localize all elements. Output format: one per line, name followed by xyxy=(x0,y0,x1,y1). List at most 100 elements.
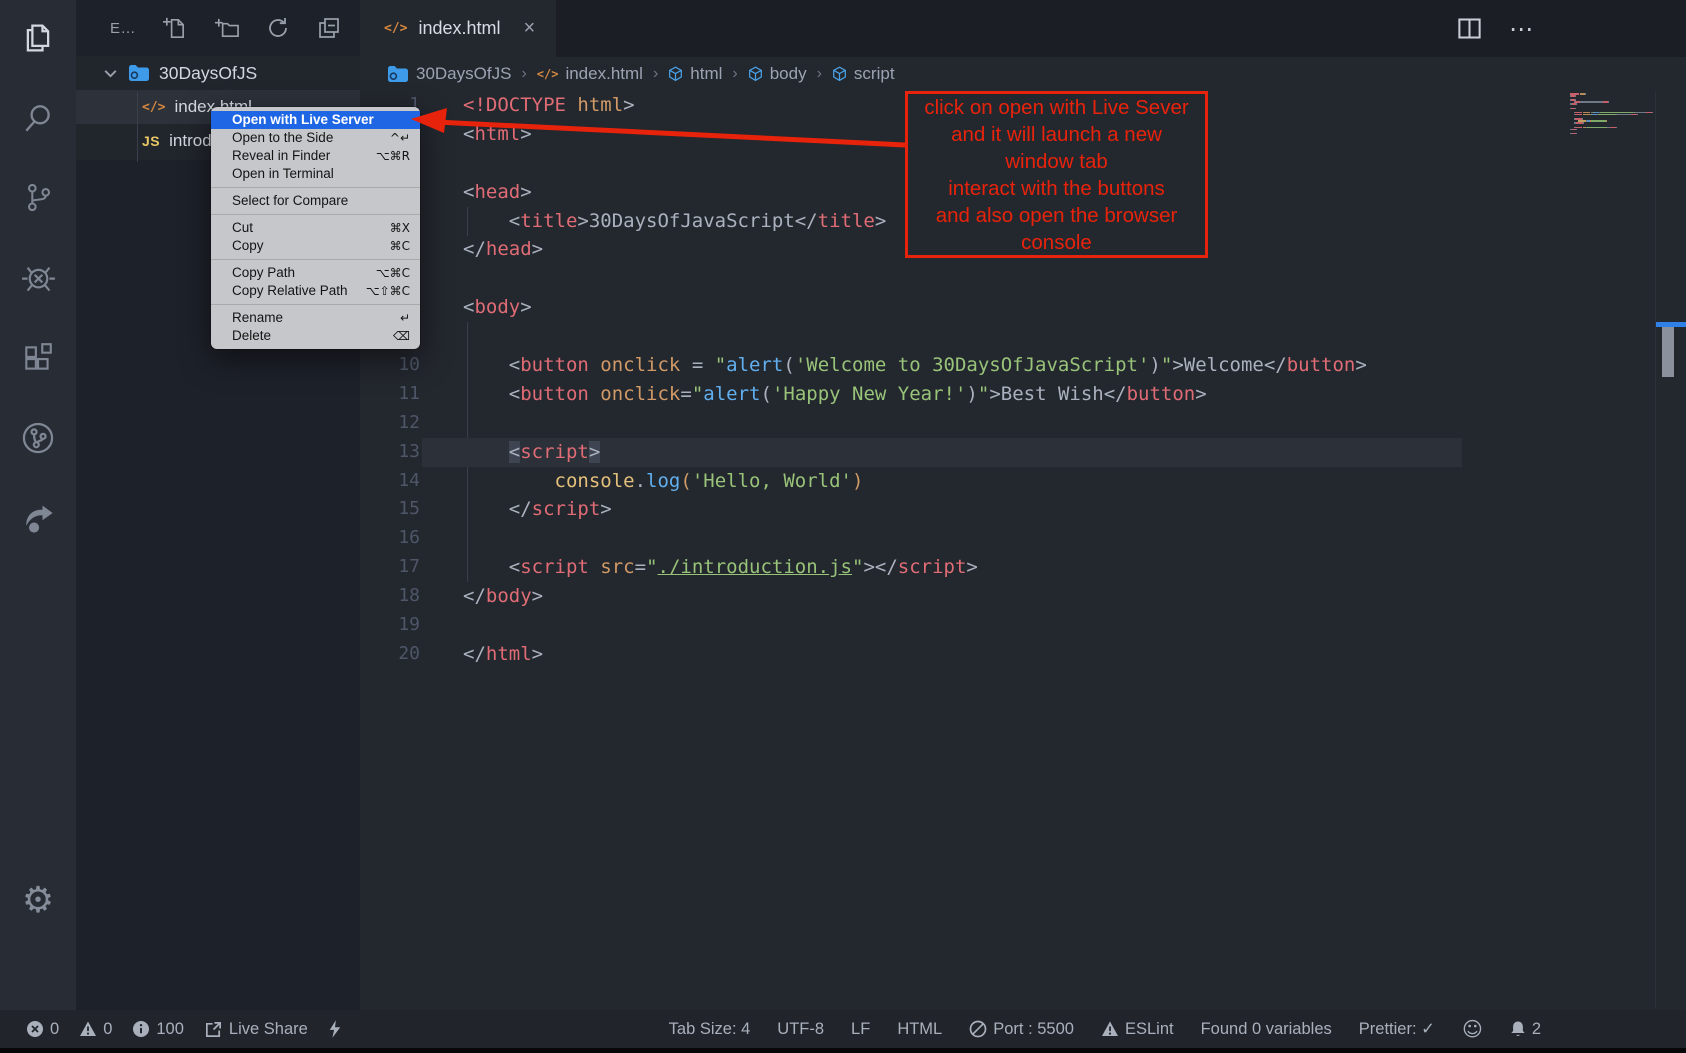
status-lf[interactable]: LF xyxy=(851,1020,870,1039)
code-line-12[interactable]: 12 xyxy=(360,409,1686,438)
status-bar: 0 0 100 Live Share Tab Size: 4 UTF-8 LF HTML Po… xyxy=(0,1010,1686,1048)
live-share-icon xyxy=(204,1020,223,1039)
tree-item-30daysofjs[interactable]: 30DaysOfJS xyxy=(76,56,360,90)
info-icon xyxy=(132,1020,150,1038)
code-line-20[interactable]: 20</html> xyxy=(360,640,1686,669)
status-label: Found 0 variables xyxy=(1201,1020,1332,1039)
explorer-title: E… xyxy=(110,20,136,37)
status-eslint[interactable]: ESLint xyxy=(1101,1020,1174,1039)
status-utf-8[interactable]: UTF-8 xyxy=(777,1020,824,1039)
status-port-5500[interactable]: Port : 5500 xyxy=(969,1020,1074,1039)
menu-item-label: Copy Path xyxy=(232,264,295,282)
menu-item-label: Cut xyxy=(232,219,253,237)
menu-item-copy[interactable]: Copy⌘C xyxy=(211,237,420,255)
menu-item-copy-path[interactable]: Copy Path⌥⌘C xyxy=(211,264,420,282)
code-text: console.log('Hello, World') xyxy=(463,467,863,496)
activity-explorer[interactable] xyxy=(0,20,76,60)
breadcrumb-index-html[interactable]: </>index.html xyxy=(537,64,643,84)
line-number: 11 xyxy=(360,380,420,409)
line-number: 13 xyxy=(360,438,420,467)
menu-item-reveal-in-finder[interactable]: Reveal in Finder⌥⌘R xyxy=(211,147,420,165)
warning-icon xyxy=(79,1020,97,1038)
menu-item-delete[interactable]: Delete⌫ xyxy=(211,327,420,345)
split-editor-icon[interactable] xyxy=(1456,15,1483,42)
activity-search[interactable] xyxy=(0,100,76,140)
menu-item-copy-relative-path[interactable]: Copy Relative Path⌥⇧⌘C xyxy=(211,282,420,300)
status-label: Tab Size: 4 xyxy=(669,1020,751,1039)
warning-icon xyxy=(1101,1020,1119,1038)
status-html[interactable]: HTML xyxy=(897,1020,942,1039)
activity-git-graph[interactable] xyxy=(0,420,76,460)
debug-icon xyxy=(21,260,56,300)
code-line-10[interactable]: 10 <button onclick = "alert('Welcome to … xyxy=(360,351,1686,380)
activity-source-control[interactable] xyxy=(0,180,76,220)
menu-item-open-with-live-server[interactable]: Open with Live Server xyxy=(211,111,420,129)
menu-item-rename[interactable]: Rename↵ xyxy=(211,309,420,327)
vscode-window: ⚙ E… 30DaysOfJS</>index.htmlJSintroducti… xyxy=(0,0,1686,1053)
breadcrumb-30daysofjs[interactable]: 30DaysOfJS xyxy=(387,64,511,84)
status-smiley-icon[interactable]: ☺ xyxy=(1462,1017,1483,1041)
breadcrumb-label: script xyxy=(854,64,895,84)
code-line-18[interactable]: 18</body> xyxy=(360,582,1686,611)
gear-icon[interactable]: ⚙ xyxy=(0,880,76,920)
status-2[interactable]: 2 xyxy=(1510,1020,1541,1039)
menu-item-select-for-compare[interactable]: Select for Compare xyxy=(211,192,420,210)
ellipsis-icon[interactable]: ⋯ xyxy=(1509,15,1535,43)
breadcrumb-separator: › xyxy=(815,65,824,83)
collapse-all-icon[interactable] xyxy=(317,16,341,40)
close-icon[interactable]: × xyxy=(524,17,536,40)
status-live-share[interactable]: Live Share xyxy=(204,1020,308,1039)
breadcrumb-label: 30DaysOfJS xyxy=(416,64,511,84)
status-label: 0 xyxy=(50,1020,59,1039)
code-text: </html> xyxy=(463,640,543,669)
status-label: HTML xyxy=(897,1020,942,1039)
menu-item-label: Select for Compare xyxy=(232,192,348,210)
code-line-13[interactable]: 13 <script> xyxy=(360,438,1686,467)
breadcrumb-label: index.html xyxy=(565,64,642,84)
annotation-line: console xyxy=(1021,229,1092,256)
status-label: ESLint xyxy=(1125,1020,1174,1039)
html-icon: </> xyxy=(384,21,407,36)
status-prettier[interactable]: Prettier: ✓ xyxy=(1359,1019,1435,1039)
refresh-icon[interactable] xyxy=(266,16,290,40)
code-text: <script src="./introduction.js"></script… xyxy=(463,553,978,582)
code-line-15[interactable]: 15 </script> xyxy=(360,495,1686,524)
slash-circle-icon xyxy=(969,1020,987,1038)
new-file-icon[interactable] xyxy=(162,16,187,41)
chevron-down-icon xyxy=(102,65,119,82)
code-line-19[interactable]: 19 xyxy=(360,611,1686,640)
activity-live-share[interactable] xyxy=(0,500,76,540)
minimap[interactable] xyxy=(1570,93,1652,135)
code-line-7[interactable]: 7 xyxy=(360,264,1686,293)
code-line-17[interactable]: 17 <script src="./introduction.js"></scr… xyxy=(360,553,1686,582)
status-0[interactable]: 0 xyxy=(79,1020,112,1039)
search-icon xyxy=(21,101,55,140)
breadcrumb-body[interactable]: body xyxy=(748,64,807,84)
status-100[interactable]: 100 xyxy=(132,1020,184,1039)
activity-run-debug[interactable] xyxy=(0,260,76,300)
status-lightning-icon[interactable] xyxy=(328,1019,342,1039)
tree-indent-guide xyxy=(137,92,138,162)
code-line-9[interactable]: 9 xyxy=(360,322,1686,351)
menu-item-open-in-terminal[interactable]: Open in Terminal xyxy=(211,165,420,183)
code-line-11[interactable]: 11 <button onclick="alert('Happy New Yea… xyxy=(360,380,1686,409)
status-found-0-variables[interactable]: Found 0 variables xyxy=(1201,1020,1332,1039)
breadcrumb-html[interactable]: html xyxy=(668,64,722,84)
tab-index-html[interactable]: </> index.html × xyxy=(360,0,556,57)
line-number: 12 xyxy=(360,409,420,438)
activity-extensions[interactable] xyxy=(0,340,76,380)
scrollbar-handle[interactable] xyxy=(1662,327,1674,377)
code-text: </body> xyxy=(463,582,543,611)
code-line-8[interactable]: 8<body> xyxy=(360,293,1686,322)
error-icon xyxy=(26,1020,44,1038)
breadcrumb-script[interactable]: script xyxy=(832,64,895,84)
code-line-14[interactable]: 14 console.log('Hello, World') xyxy=(360,467,1686,496)
menu-item-open-to-the-side[interactable]: Open to the Side^↵ xyxy=(211,129,420,147)
menu-item-shortcut: ^↵ xyxy=(390,129,410,147)
status-tab-size-4[interactable]: Tab Size: 4 xyxy=(669,1020,751,1039)
new-folder-icon[interactable] xyxy=(214,16,239,41)
breadcrumb-separator: › xyxy=(730,65,739,83)
status-0[interactable]: 0 xyxy=(26,1020,59,1039)
code-line-16[interactable]: 16 xyxy=(360,524,1686,553)
menu-item-cut[interactable]: Cut⌘X xyxy=(211,219,420,237)
